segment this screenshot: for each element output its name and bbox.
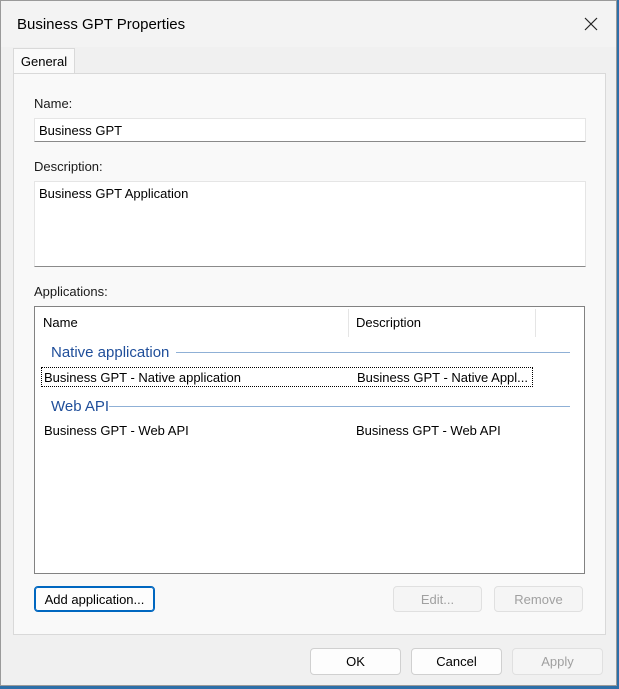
applications-label: Applications:: [34, 284, 108, 299]
group-divider: [176, 352, 570, 353]
cancel-button[interactable]: Cancel: [411, 648, 502, 675]
description-label: Description:: [34, 159, 103, 174]
window-title: Business GPT Properties: [17, 16, 186, 33]
title-bar: Business GPT Properties: [1, 1, 616, 47]
column-header-name[interactable]: Name: [35, 307, 348, 339]
edit-button[interactable]: Edit...: [393, 586, 482, 612]
close-button[interactable]: [574, 7, 608, 41]
name-label: Name:: [34, 96, 73, 111]
name-field[interactable]: Business GPT: [34, 118, 586, 142]
column-header-description[interactable]: Description: [348, 307, 535, 339]
list-item-description: Business GPT - Native Appl...: [357, 370, 528, 385]
group-divider: [109, 406, 570, 407]
list-item-name: Business GPT - Native application: [44, 370, 242, 385]
add-application-button[interactable]: Add application...: [34, 586, 155, 612]
list-item-description: Business GPT - Web API: [356, 423, 501, 438]
ok-button[interactable]: OK: [310, 648, 401, 675]
apply-button[interactable]: Apply: [512, 648, 603, 675]
column-divider[interactable]: [535, 309, 536, 337]
group-header-native-application[interactable]: Native application: [51, 344, 169, 361]
tab-general[interactable]: General: [13, 48, 75, 74]
list-item-name: Business GPT - Web API: [44, 423, 189, 438]
applications-list[interactable]: Name Description Native application Busi…: [34, 306, 585, 574]
properties-dialog: Business GPT Properties General Name: Bu…: [0, 0, 617, 686]
tab-label: General: [20, 54, 68, 69]
close-icon: [584, 17, 598, 31]
list-item[interactable]: Business GPT - Native application Busine…: [41, 367, 533, 387]
group-header-web-api[interactable]: Web API: [51, 398, 109, 415]
remove-button[interactable]: Remove: [494, 586, 583, 612]
description-field[interactable]: Business GPT Application: [34, 181, 586, 267]
name-field-value: Business GPT: [39, 123, 123, 138]
description-field-value: Business GPT Application: [39, 186, 189, 201]
list-item[interactable]: Business GPT - Web API Business GPT - We…: [41, 421, 533, 441]
